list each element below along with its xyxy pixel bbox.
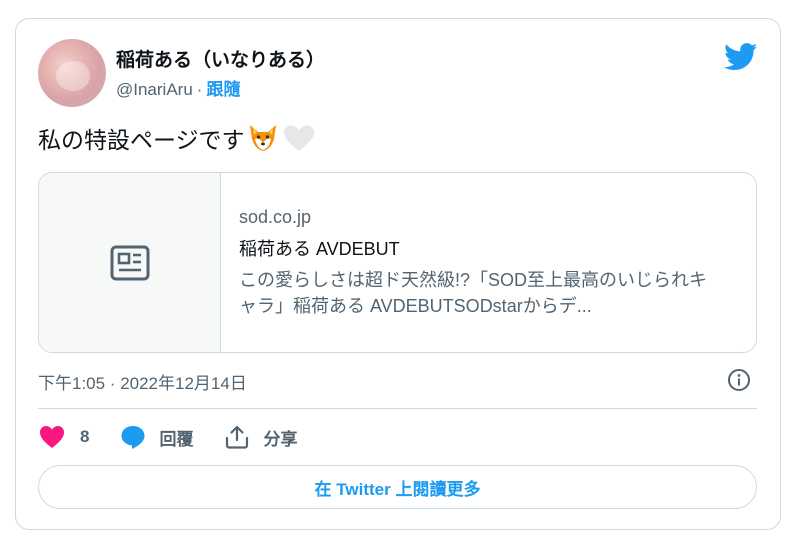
author-display-name[interactable]: 稲荷ある（いなりある） (116, 45, 325, 72)
divider (38, 408, 757, 409)
like-count: 8 (80, 427, 90, 446)
speech-bubble-icon (121, 426, 145, 449)
tweet-text: 私の特設ページです (38, 127, 245, 153)
reply-label: 回覆 (159, 429, 194, 449)
tweet-text-line: 私の特設ページです (38, 121, 315, 155)
read-more-on-twitter-button[interactable]: 在 Twitter 上閱讀更多 (38, 465, 757, 509)
twitter-bird-icon[interactable] (724, 43, 758, 71)
fox-face-emoji (249, 125, 276, 151)
handle-separator: · (196, 80, 203, 99)
link-preview-card[interactable]: sod.co.jp 稲荷ある AVDEBUT この愛らしさは超ド天然級!?「SO… (38, 172, 757, 353)
news-article-icon (110, 245, 149, 280)
white-heart-emoji (283, 125, 314, 151)
link-domain: sod.co.jp (239, 207, 312, 227)
embedded-tweet-card: 稲荷ある（いなりある） @InariAru · 跟隨 私の特設ページです sod… (15, 18, 781, 530)
tweet-actions: 8 回覆 分享 (38, 422, 327, 452)
heart-icon (40, 426, 64, 448)
link-preview-body: sod.co.jp 稲荷ある AVDEBUT この愛らしさは超ド天然級!?「SO… (221, 173, 756, 352)
author-handle[interactable]: @InariAru (116, 80, 193, 99)
share-label: 分享 (263, 429, 298, 449)
tweet-timestamp[interactable]: 下午1:05 · 2022年12月14日 (38, 369, 247, 394)
share-button[interactable]: 分享 (223, 423, 297, 451)
link-description: この愛らしさは超ド天然級!?「SOD至上最高のいじられキャラ」稲荷ある AVDE… (239, 270, 708, 316)
link-thumbnail (39, 173, 221, 352)
follow-button[interactable]: 跟隨 (206, 80, 240, 99)
author-handle-line: @InariAru · 跟隨 (116, 75, 240, 100)
link-title: 稲荷ある AVDEBUT (239, 239, 400, 259)
reply-button[interactable]: 回覆 (119, 423, 193, 451)
like-button[interactable]: 8 (38, 423, 89, 451)
info-icon[interactable] (727, 368, 751, 392)
share-upload-icon (226, 425, 249, 449)
avatar[interactable] (38, 39, 106, 107)
